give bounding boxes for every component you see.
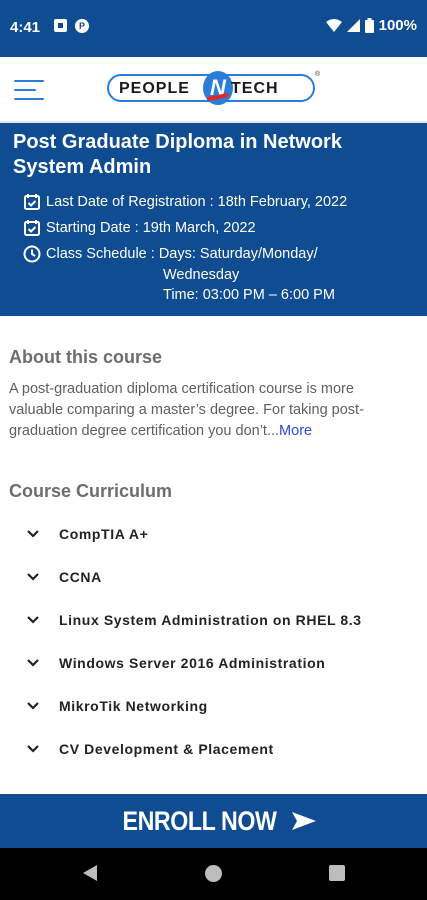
recent-apps-icon[interactable] (329, 865, 345, 881)
send-arrow-icon (292, 812, 316, 830)
curriculum-item-label: MikroTik Networking (59, 698, 208, 714)
status-bar: 4:41 P 100% (0, 0, 427, 57)
people-n-tech-logo: PEOPLE N TECH ® (107, 71, 321, 107)
curriculum-item[interactable]: Windows Server 2016 Administration (26, 648, 416, 678)
gallery-notification-icon (54, 19, 67, 32)
curriculum-item[interactable]: CV Development & Placement (26, 734, 416, 764)
registration-row: Last Date of Registration : 18th Februar… (23, 193, 347, 211)
menu-icon[interactable] (14, 78, 48, 106)
registration-date: Last Date of Registration : 18th Februar… (46, 194, 348, 210)
app-bar: PEOPLE N TECH ® (0, 57, 427, 123)
enroll-now-label: ENROLL NOW (122, 805, 277, 836)
schedule-days: Class Schedule : Days: Saturday/Monday/ (46, 246, 318, 262)
course-title: Post Graduate Diploma in Network System … (13, 131, 342, 178)
wifi-icon (325, 19, 342, 32)
chevron-down-icon (27, 659, 39, 667)
curriculum-item[interactable]: CCNA (26, 562, 416, 592)
chevron-down-icon (27, 530, 39, 538)
logo-text-tech: TECH (231, 80, 279, 97)
about-description: A post-graduation diploma certification … (9, 379, 409, 442)
schedule-row: Class Schedule : Days: Saturday/Monday/ (23, 245, 318, 263)
back-icon[interactable] (82, 864, 98, 882)
clock-icon (23, 245, 41, 263)
curriculum-item-label: Linux System Administration on RHEL 8.3 (59, 612, 362, 628)
signal-icon (346, 19, 360, 32)
curriculum-item[interactable]: Linux System Administration on RHEL 8.3 (26, 605, 416, 635)
schedule-days-continued: Wednesday (163, 267, 240, 283)
status-time: 4:41 (10, 19, 41, 36)
more-link[interactable]: More (279, 423, 312, 439)
course-header: Post Graduate Diploma in Network System … (0, 123, 427, 316)
schedule-time: Time: 03:00 PM – 6:00 PM (163, 287, 335, 303)
chevron-down-icon (27, 702, 39, 710)
curriculum-item-label: Windows Server 2016 Administration (59, 655, 326, 671)
curriculum-item-label: CCNA (59, 569, 102, 585)
about-heading: About this course (9, 347, 163, 367)
chevron-down-icon (27, 616, 39, 624)
starting-date: Starting Date : 19th March, 2022 (46, 220, 256, 236)
battery-percent: 100% (378, 17, 417, 34)
system-navigation-bar (0, 848, 427, 900)
app-notification-icon: P (75, 19, 89, 33)
chevron-down-icon (27, 573, 39, 581)
logo-registered-mark: ® (315, 71, 321, 78)
battery-icon (364, 18, 374, 33)
home-icon[interactable] (205, 865, 222, 882)
starting-row: Starting Date : 19th March, 2022 (23, 219, 256, 237)
status-right: 100% (325, 17, 417, 34)
chevron-down-icon (27, 745, 39, 753)
curriculum-item-label: CV Development & Placement (59, 741, 274, 757)
logo-n-mark: N (203, 71, 233, 105)
curriculum-item-label: CompTIA A+ (59, 526, 149, 542)
calendar-check-icon (24, 220, 40, 236)
logo-text-people: PEOPLE (119, 80, 190, 97)
curriculum-heading: Course Curriculum (9, 481, 173, 501)
curriculum-item[interactable]: CompTIA A+ (26, 519, 416, 549)
curriculum-item[interactable]: MikroTik Networking (26, 691, 416, 721)
enroll-now-button[interactable]: ENROLL NOW (0, 794, 427, 848)
notification-icons: P (54, 19, 89, 33)
calendar-check-icon (24, 194, 40, 210)
